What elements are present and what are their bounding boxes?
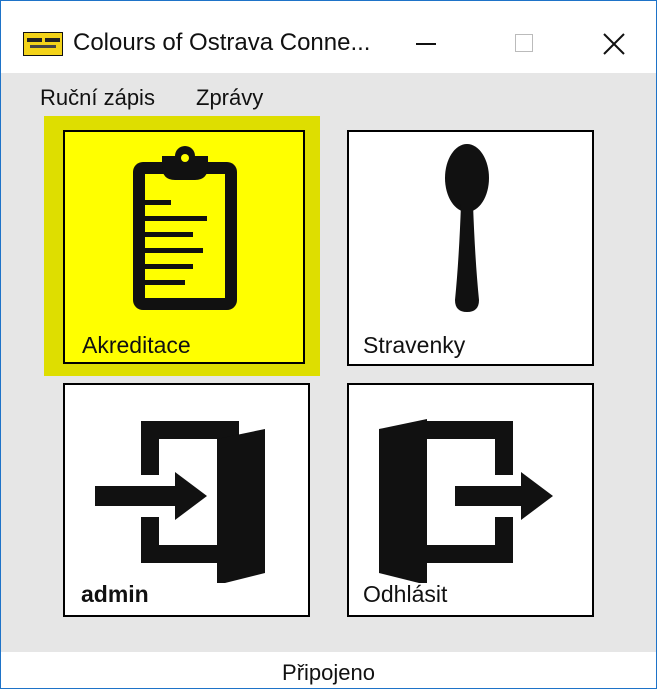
tile-akreditace[interactable]: Akreditace: [63, 130, 305, 364]
clipboard-icon: [133, 146, 237, 310]
connection-status: Připojeno: [282, 660, 375, 685]
tile-label-odhlasit: Odhlásit: [363, 581, 448, 607]
sign-in-icon: [95, 421, 265, 583]
spoon-icon: [445, 144, 489, 312]
app-window: Colours of Ostrava Conne... Ruční zápis …: [0, 0, 657, 689]
tile-label-admin: admin: [81, 581, 149, 607]
close-button[interactable]: [589, 21, 641, 67]
menu-bar: Ruční zápis Zprávy: [1, 73, 656, 119]
tile-label-akreditace: Akreditace: [82, 332, 191, 358]
minimize-button[interactable]: [399, 21, 451, 67]
status-bar: Připojeno: [1, 652, 656, 688]
maximize-button[interactable]: [499, 21, 551, 67]
tile-admin[interactable]: admin: [63, 383, 310, 617]
window-title: Colours of Ostrava Conne...: [73, 29, 371, 56]
tile-label-stravenky: Stravenky: [363, 332, 466, 358]
sign-out-icon: [379, 419, 553, 583]
tile-odhlasit[interactable]: Odhlásit: [347, 383, 594, 617]
menu-item-rucni-zapis[interactable]: Ruční zápis: [40, 85, 155, 111]
title-bar[interactable]: Colours of Ostrava Conne...: [1, 1, 656, 73]
close-icon: [603, 33, 625, 55]
colours-of-ostrava-logo-icon: [23, 32, 63, 56]
menu-item-zpravy[interactable]: Zprávy: [196, 85, 263, 111]
tile-stravenky[interactable]: Stravenky: [347, 130, 594, 366]
